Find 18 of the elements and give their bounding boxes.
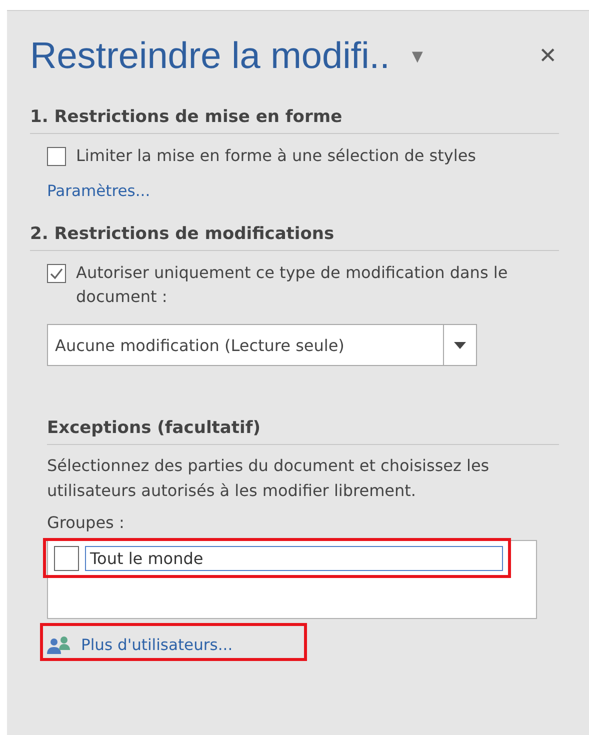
edit-type-dropdown[interactable]: Aucune modification (Lecture seule) [47,324,477,366]
exceptions-description: Sélectionnez des parties du document et choisissez les utilisateurs autorisés à les modifier librement. [47,455,490,502]
settings-link[interactable]: Paramètres... [47,182,150,200]
section-heading: Exceptions (facultatif) [47,418,262,438]
more-users-link[interactable]: Plus d'utilisateurs... [40,623,307,661]
pane-title: Restreindre la modifi.. [30,35,390,77]
checkbox[interactable] [47,147,66,166]
checkbox[interactable] [47,264,66,283]
groups-label: Groupes : [47,513,126,532]
dropdown-caret-icon [454,342,466,348]
users-icon [47,636,71,654]
section-heading: 1. Restrictions de mise en forme [30,107,344,127]
pane-menu-button[interactable]: ▾ [412,44,423,68]
group-item[interactable]: Tout le monde [43,538,511,578]
checkbox-label: Autoriser uniquement ce type de modification dans le document : [76,262,509,308]
checkbox-label: Limiter la mise en forme à une sélection de styles [76,145,476,167]
section-heading: 2. Restrictions de modifications [30,224,336,244]
close-button[interactable]: ✕ [538,44,557,68]
